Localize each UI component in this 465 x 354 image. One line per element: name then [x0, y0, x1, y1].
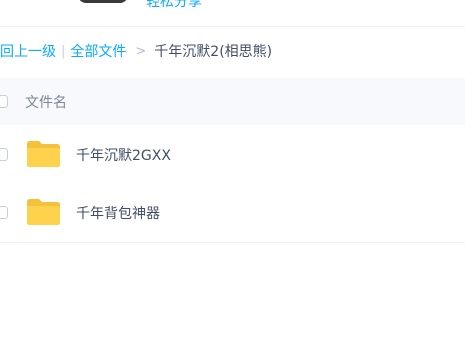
- file-list-header: 文件名: [0, 78, 465, 125]
- list-item[interactable]: 千年沉默2GXX: [0, 126, 465, 185]
- list-item[interactable]: 千年背包神器: [0, 184, 465, 243]
- select-all-checkbox[interactable]: [0, 95, 8, 108]
- item-checkbox[interactable]: [0, 148, 8, 161]
- all-files-link[interactable]: 全部文件: [70, 41, 126, 61]
- current-folder: 千年沉默2(相思熊): [154, 44, 273, 60]
- top-link[interactable]: 轻松分享: [146, 0, 202, 11]
- file-name[interactable]: 千年背包神器: [76, 203, 160, 223]
- breadcrumb: 回上一级 | 全部文件 > 千年沉默2(相思熊): [0, 41, 272, 61]
- back-link[interactable]: 回上一级: [0, 41, 56, 61]
- folder-icon: [27, 141, 60, 167]
- file-name[interactable]: 千年沉默2GXX: [76, 145, 171, 165]
- top-toolbar: 轻松分享: [0, 0, 465, 26]
- breadcrumb-arrow: >: [135, 43, 147, 59]
- folder-icon: [27, 199, 60, 225]
- column-filename[interactable]: 文件名: [25, 92, 67, 112]
- divider: [0, 26, 465, 27]
- breadcrumb-separator: |: [61, 43, 66, 59]
- top-thumbnail: [78, 0, 128, 3]
- item-checkbox[interactable]: [0, 206, 8, 219]
